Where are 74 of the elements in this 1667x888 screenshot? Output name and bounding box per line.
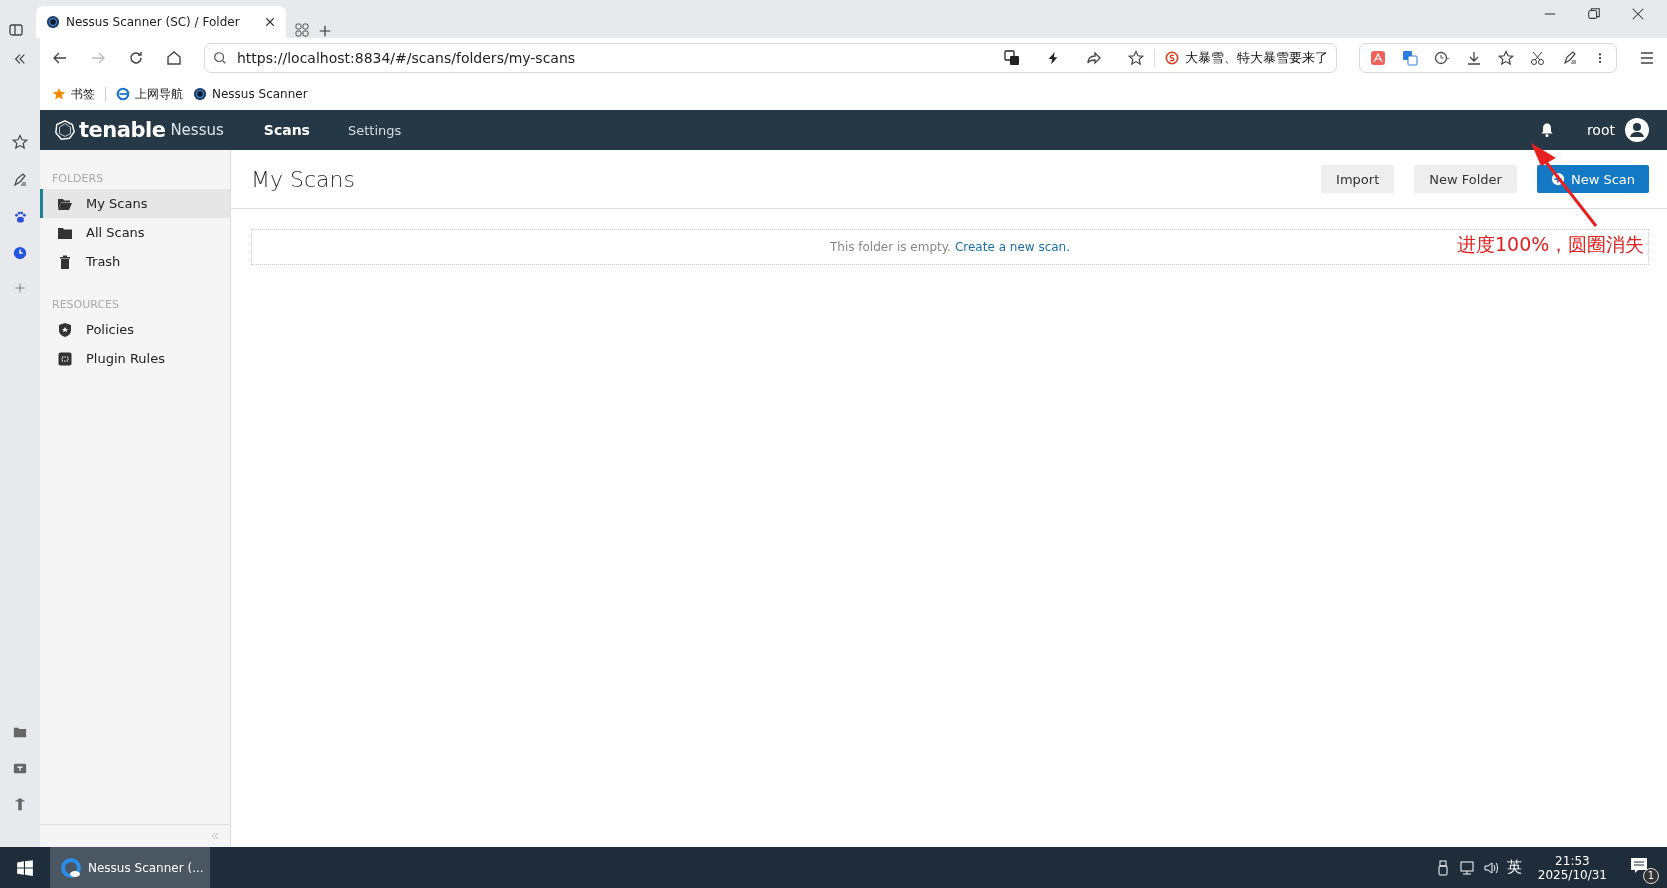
nav-tab[interactable]: Settings xyxy=(347,118,402,142)
taskbar-app[interactable]: Nessus Scanner (... xyxy=(50,847,210,888)
bookmark-link[interactable]: 上网导航 xyxy=(135,85,183,103)
close-icon[interactable] xyxy=(1631,7,1645,21)
folder-icon[interactable] xyxy=(13,725,27,739)
toolbar-button[interactable]: New Folder xyxy=(1414,165,1517,193)
nav-tab[interactable]: Scans xyxy=(263,118,310,142)
browser-tab[interactable]: Nessus Scanner (SC) / Folder xyxy=(36,6,286,38)
clock-icon[interactable] xyxy=(13,246,27,260)
page-title: My Scans xyxy=(251,166,356,192)
user-name[interactable]: root xyxy=(1586,122,1615,138)
input-method-indicator[interactable]: 英 xyxy=(1506,858,1522,877)
menu-icon[interactable] xyxy=(1639,50,1655,66)
notification-count: 1 xyxy=(1643,867,1659,884)
browser-logo-icon xyxy=(116,87,130,101)
product-name: Nessus xyxy=(170,121,224,139)
search-engine-logo-icon xyxy=(1165,51,1179,65)
reload-icon[interactable] xyxy=(128,50,144,66)
close-icon[interactable] xyxy=(264,16,276,28)
sidebar-item[interactable]: All Scans xyxy=(40,218,230,247)
toolbox-icon[interactable] xyxy=(13,761,27,775)
bookmark-star-icon[interactable] xyxy=(1128,50,1144,66)
sidebar-item[interactable]: Policies xyxy=(40,315,230,344)
pen-icon[interactable] xyxy=(12,172,28,188)
section-heading: FOLDERS xyxy=(51,171,105,187)
nessus-logo-icon xyxy=(46,15,60,29)
back-icon[interactable] xyxy=(52,50,68,66)
new-tab-icon[interactable] xyxy=(318,24,332,38)
annotation-text: 进度100%，圆圈消失 xyxy=(1457,232,1645,257)
restore-icon[interactable] xyxy=(1587,7,1601,21)
lightning-icon[interactable] xyxy=(1046,51,1060,65)
address-field[interactable]: https://localhost:8834/#/scans/folders/my-scans 大暴雪、特大暴雪要来了 xyxy=(204,43,1337,73)
volume-icon[interactable] xyxy=(1482,859,1499,876)
history-icon[interactable] xyxy=(1434,50,1450,66)
search-icon xyxy=(213,51,227,65)
pdf-icon[interactable] xyxy=(1370,50,1386,66)
bookmark-link[interactable]: Nessus Scanner xyxy=(212,87,308,101)
star-icon[interactable] xyxy=(1498,50,1514,66)
share-icon[interactable] xyxy=(1086,50,1102,66)
pin-icon[interactable] xyxy=(13,797,27,811)
home-icon[interactable] xyxy=(166,50,182,66)
create-scan-link[interactable]: Create a new scan. xyxy=(954,240,1071,254)
translate-icon[interactable] xyxy=(1004,50,1020,66)
collapse-icon[interactable] xyxy=(13,52,27,66)
network-icon[interactable] xyxy=(1458,859,1475,876)
sidebar-item[interactable]: Plugin Rules xyxy=(40,344,230,373)
tab-grid-icon[interactable] xyxy=(294,22,310,38)
plus-circle-icon xyxy=(1550,172,1565,186)
browser-logo-icon xyxy=(60,856,82,879)
pen-icon[interactable] xyxy=(1562,50,1578,66)
start-icon[interactable] xyxy=(16,858,34,877)
trash-icon xyxy=(57,253,73,270)
nessus-logo-icon xyxy=(193,87,207,101)
sidebar-item[interactable]: Trash xyxy=(40,247,230,276)
sidebar-toggle-icon[interactable] xyxy=(8,22,24,38)
toolbar-button[interactable]: Import xyxy=(1321,165,1395,193)
brand-name: tenable xyxy=(79,118,166,142)
empty-message: This folder is empty. xyxy=(829,240,951,254)
avatar-icon[interactable] xyxy=(1625,118,1649,142)
toolbar-button[interactable]: New Scan xyxy=(1536,165,1649,193)
sidebar-item[interactable]: My Scans xyxy=(40,189,230,218)
logo-ring-icon xyxy=(54,119,76,141)
section-heading: RESOURCES xyxy=(51,297,120,313)
taskbar-clock[interactable]: 21:53 2025/10/31 xyxy=(1537,853,1607,882)
scissors-icon[interactable] xyxy=(1530,50,1546,66)
paw-icon[interactable] xyxy=(13,210,27,224)
star-icon[interactable] xyxy=(12,134,28,150)
notification-icon[interactable] xyxy=(1629,855,1649,876)
shield-icon xyxy=(57,321,73,338)
download-icon[interactable] xyxy=(1466,50,1482,66)
star-icon xyxy=(52,87,66,101)
bookmark-link[interactable]: 书签 xyxy=(71,85,95,103)
plugin-icon xyxy=(57,350,73,367)
search-suggestion[interactable]: 大暴雪、特大暴雪要来了 xyxy=(1185,49,1328,67)
